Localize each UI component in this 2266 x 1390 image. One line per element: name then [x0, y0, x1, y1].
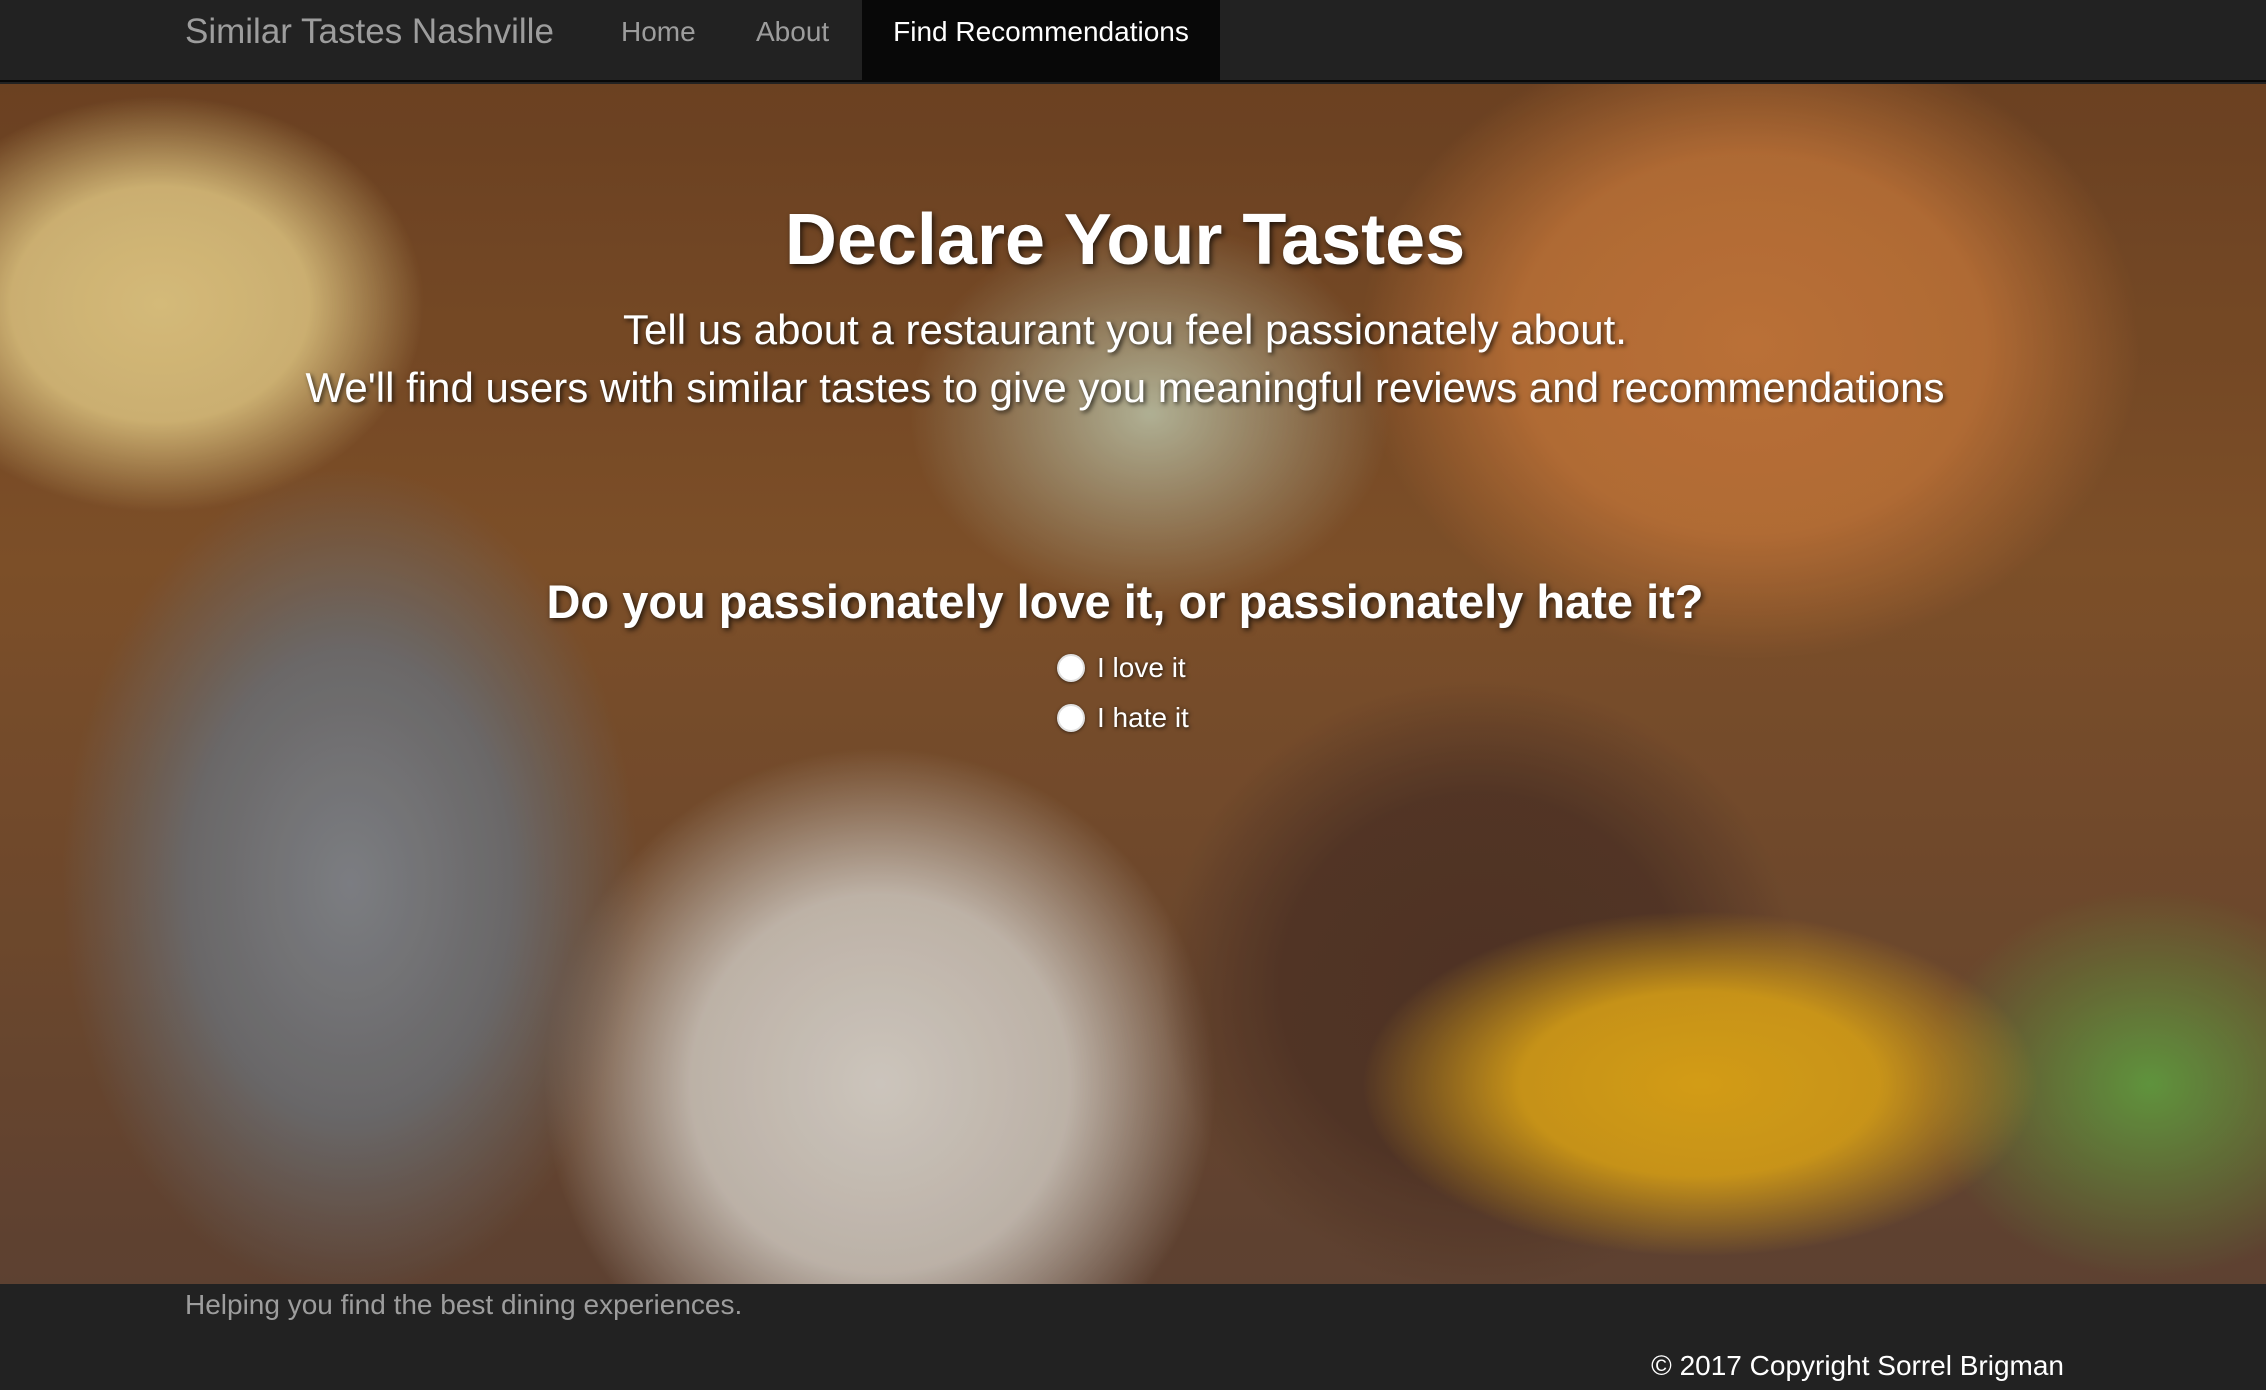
page-footer: Helping you find the best dining experie… [0, 1284, 2266, 1390]
footer-copyright: © 2017 Copyright Sorrel Brigman [1651, 1350, 2064, 1381]
radio-option-hate[interactable]: I hate it [1057, 698, 1189, 738]
hate-radio-label: I hate it [1097, 702, 1189, 733]
hero-lead-line-2: We'll find users with similar tastes to … [305, 364, 1945, 411]
brand-link[interactable]: Similar Tastes Nashville [185, 0, 554, 82]
page-title: Declare Your Tastes [784, 200, 1466, 280]
nav-link-find-recommendations[interactable]: Find Recommendations [862, 0, 1220, 82]
radio-option-love[interactable]: I love it [1057, 648, 1186, 688]
top-navbar: Similar Tastes Nashville Home About Find… [0, 0, 2266, 82]
love-radio-label: I love it [1097, 652, 1186, 683]
hate-radio-button[interactable] [1057, 704, 1085, 732]
nav-link-about[interactable]: About [756, 0, 829, 82]
hero-section: Declare Your Tastes Tell us about a rest… [0, 84, 2266, 1284]
love-radio-button[interactable] [1057, 654, 1085, 682]
nav-link-home[interactable]: Home [621, 0, 696, 82]
footer-tagline: Helping you find the best dining experie… [185, 1289, 743, 1320]
hero-lead-line-1: Tell us about a restaurant you feel pass… [623, 306, 1627, 353]
love-hate-question: Do you passionately love it, or passiona… [546, 575, 1704, 628]
